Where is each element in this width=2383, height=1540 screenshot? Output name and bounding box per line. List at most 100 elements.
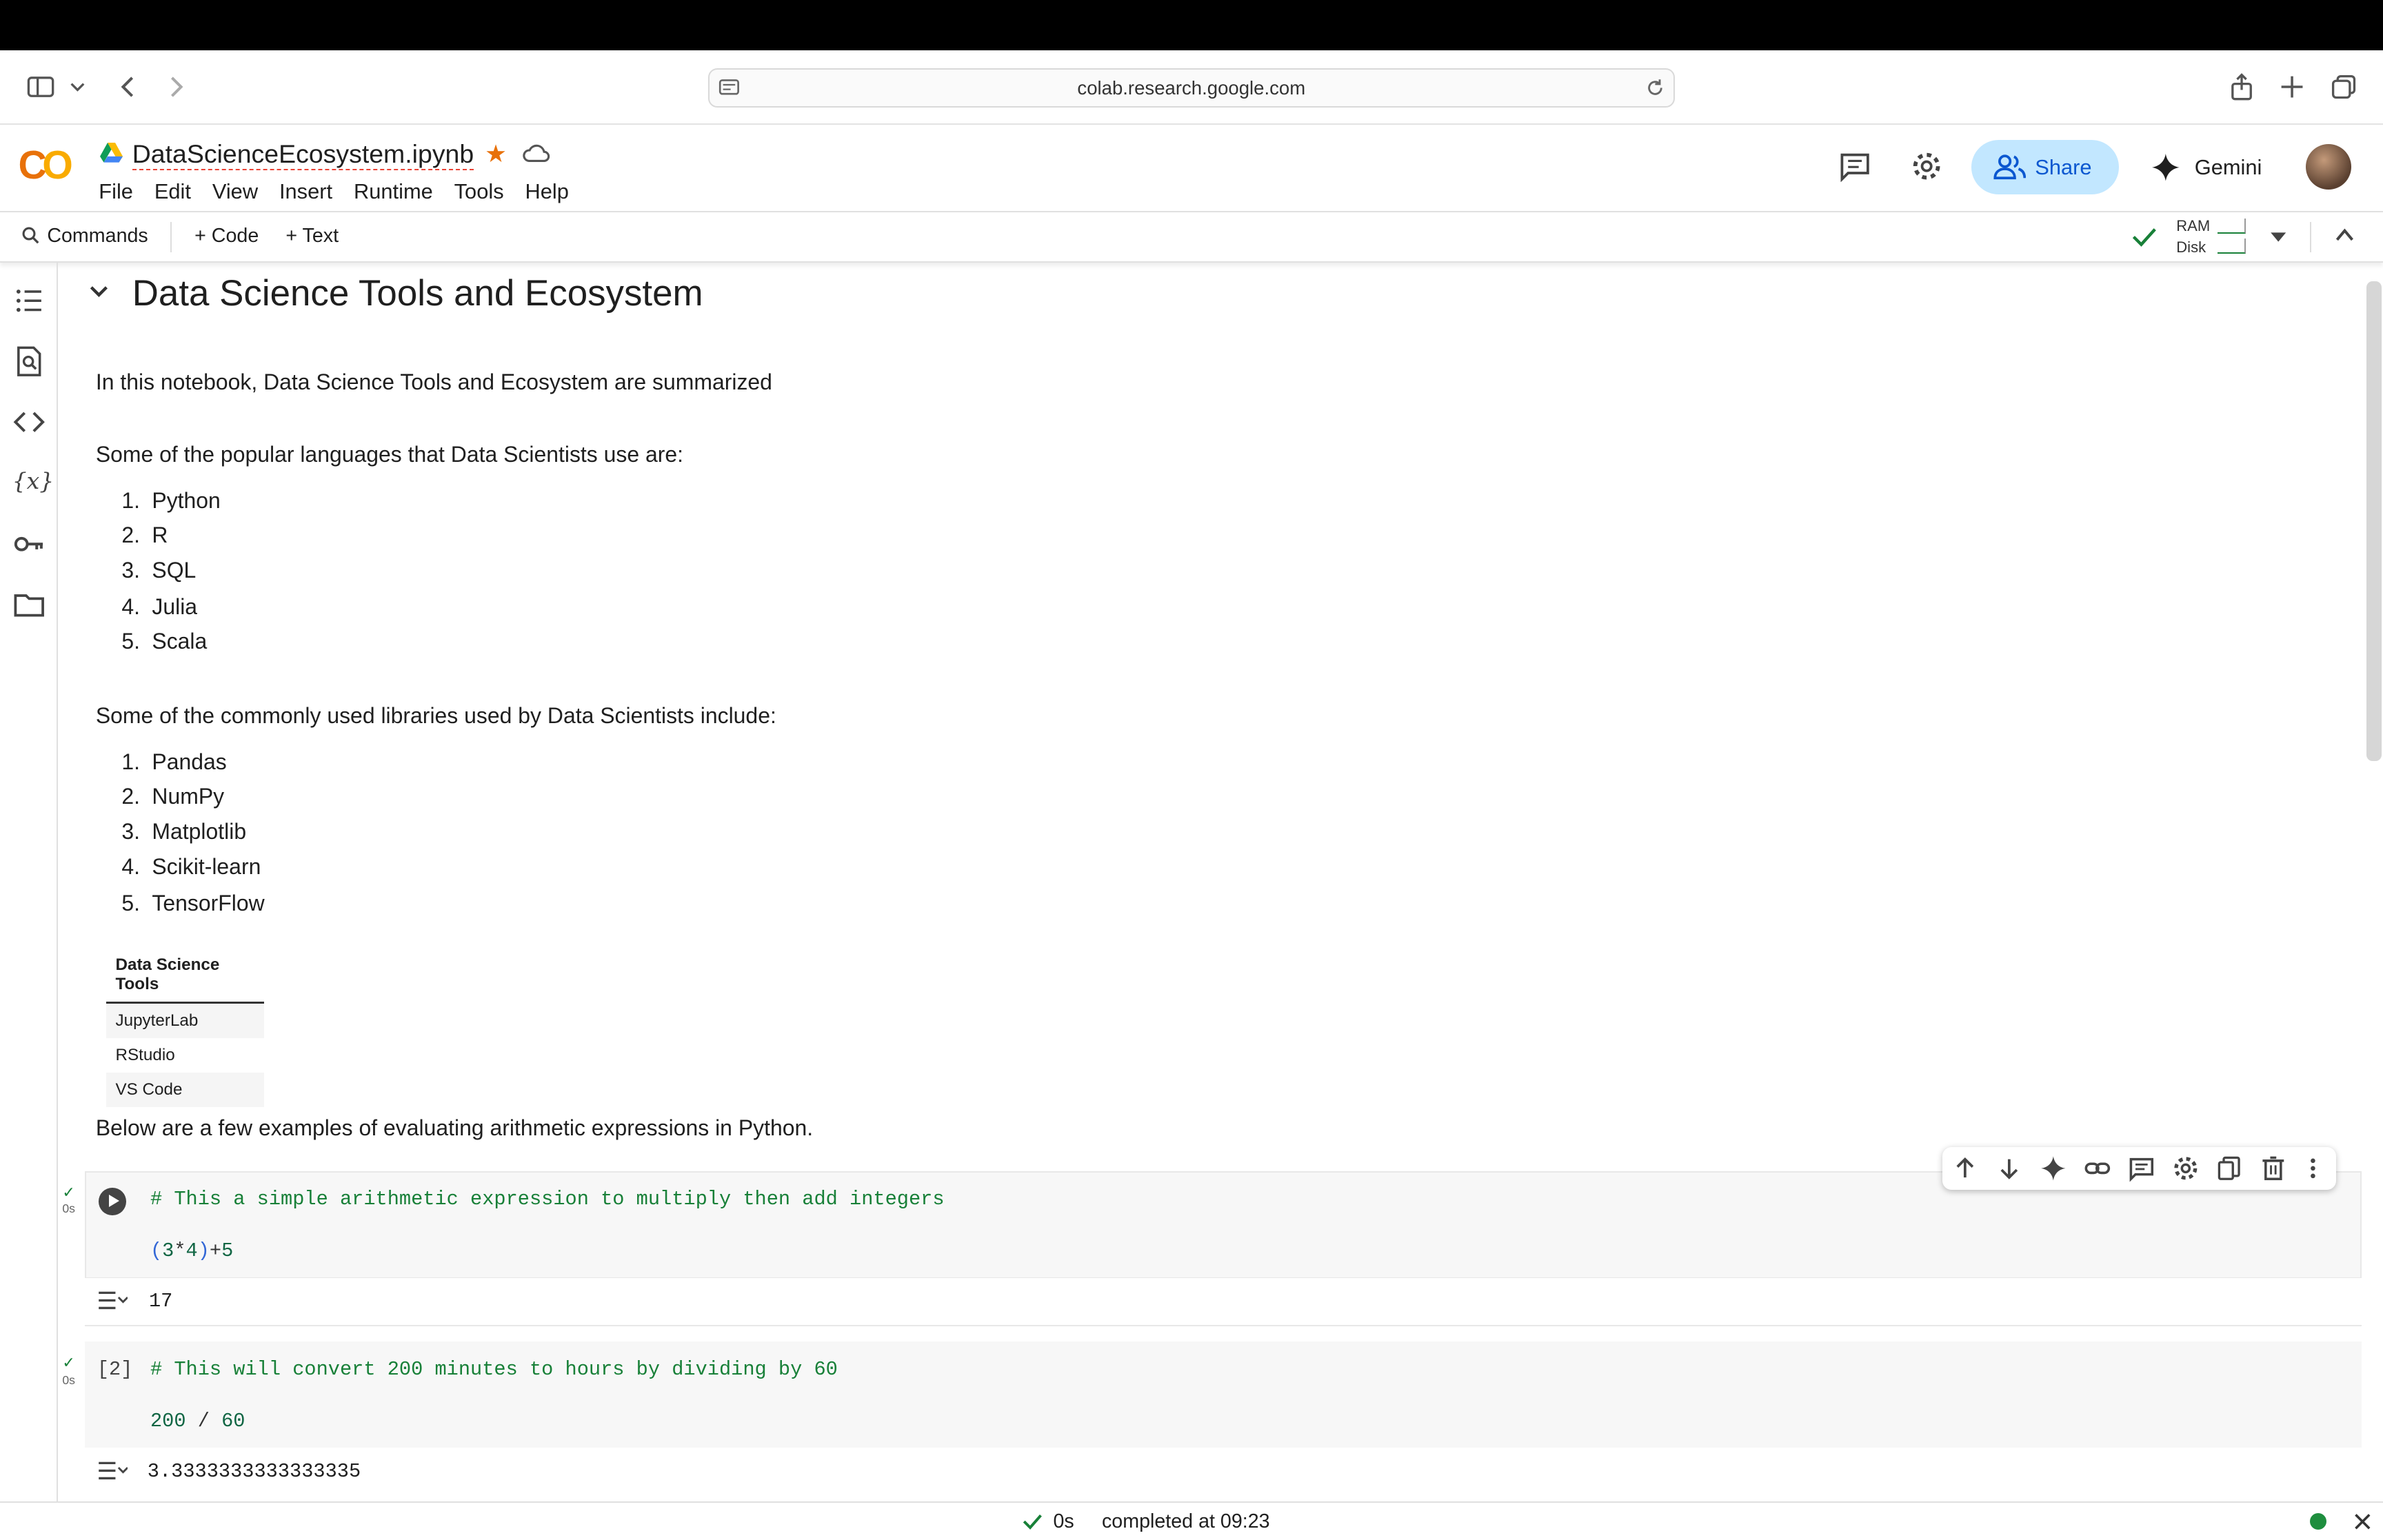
code-comment: # This a simple arithmetic expression to…: [150, 1188, 945, 1211]
exec-time: 0s: [62, 1373, 75, 1388]
menu-tools[interactable]: Tools: [454, 179, 504, 203]
output-text: 3.3333333333333335: [147, 1460, 361, 1483]
menu-insert[interactable]: Insert: [279, 179, 332, 203]
add-text-button[interactable]: + Text: [285, 225, 339, 247]
people-icon: [1993, 154, 2026, 179]
disk-label: Disk: [2176, 238, 2206, 256]
share-button[interactable]: Share: [1971, 139, 2119, 195]
forward-arrow-icon[interactable]: [161, 72, 192, 102]
output-actions-icon[interactable]: [97, 1290, 128, 1311]
toolbar-divider-2: [2310, 221, 2312, 252]
code-line: 200 / 60: [150, 1410, 245, 1433]
address-bar[interactable]: colab.research.google.com: [708, 68, 1675, 108]
files-folder-icon[interactable]: [12, 588, 46, 621]
arithmetic-intro: Below are a few examples of evaluating a…: [95, 1115, 814, 1140]
cell-toolbar: [1942, 1147, 2336, 1190]
back-arrow-icon[interactable]: [112, 72, 143, 102]
variables-icon[interactable]: {x}: [12, 465, 54, 498]
section-collapse-icon[interactable]: [88, 281, 110, 303]
execution-count[interactable]: [2]: [97, 1358, 133, 1381]
mirror-cell-icon[interactable]: [2216, 1155, 2244, 1182]
close-icon[interactable]: [2353, 1512, 2373, 1532]
list-item: 1. Pandas: [121, 749, 227, 774]
code-cell[interactable]: [2] # This will convert 200 minutes to h…: [85, 1341, 2362, 1501]
toolbar-divider: [170, 221, 172, 252]
executed-check-icon: ✓: [62, 1353, 75, 1371]
list-item: 5. TensorFlow: [121, 890, 265, 915]
list-item: 2. NumPy: [121, 784, 225, 809]
star-icon[interactable]: ★: [485, 140, 507, 168]
executed-check-icon: ✓: [62, 1183, 75, 1201]
cloud-saved-icon[interactable]: [521, 143, 550, 164]
commands-button[interactable]: Commands: [47, 225, 148, 247]
connected-check-icon: [2132, 228, 2157, 247]
search-icon: [22, 227, 39, 244]
resource-meter[interactable]: RAM Disk: [2176, 216, 2210, 259]
left-sidebar: {x}: [0, 263, 58, 1501]
share-page-icon[interactable]: [2226, 72, 2257, 102]
browser-toolbar: colab.research.google.com: [0, 50, 2383, 125]
menu-view[interactable]: View: [212, 179, 258, 203]
run-cell-button[interactable]: [99, 1188, 126, 1216]
code-editor[interactable]: [2] # This will convert 200 minutes to h…: [85, 1341, 2362, 1450]
gemini-sparkle-icon[interactable]: [2040, 1155, 2067, 1182]
colab-logo[interactable]: CO: [18, 143, 72, 188]
menu-help[interactable]: Help: [525, 179, 569, 203]
user-avatar[interactable]: [2305, 144, 2351, 190]
list-item: 3. Matplotlib: [121, 818, 247, 844]
list-item: 3. SQL: [121, 557, 197, 582]
url-text: colab.research.google.com: [1077, 77, 1306, 99]
more-options-icon[interactable]: [2302, 1155, 2324, 1182]
notebook-title[interactable]: DataScienceEcosystem.ipynb: [132, 139, 474, 170]
chevron-up-icon[interactable]: [2334, 226, 2355, 244]
status-time: 0s: [1053, 1510, 1074, 1532]
gemini-button[interactable]: Gemini: [2152, 140, 2289, 194]
ram-label: RAM: [2176, 216, 2211, 234]
output-text: 17: [148, 1290, 173, 1313]
new-tab-icon[interactable]: [2277, 72, 2307, 102]
comments-icon[interactable]: [1839, 150, 1871, 183]
code-line: (3*4)+5: [150, 1239, 234, 1263]
notebook-heading: Data Science Tools and Ecosystem: [132, 272, 703, 314]
disk-usage-bar: [2217, 239, 2246, 254]
list-item: 4. Julia: [121, 594, 198, 619]
add-code-button[interactable]: + Code: [194, 225, 259, 247]
comment-icon[interactable]: [2128, 1155, 2155, 1182]
colab-header: CO DataScienceEcosystem.ipynb ★ File Edit…: [0, 125, 2383, 213]
reload-icon[interactable]: [1645, 77, 1666, 99]
main-menu: File Edit View Insert Runtime Tools Help: [99, 179, 590, 204]
intro-text: In this notebook, Data Science Tools and…: [95, 369, 772, 394]
ram-usage-bar: [2217, 219, 2246, 234]
libraries-intro: Some of the commonly used libraries used…: [95, 703, 776, 729]
menu-file[interactable]: File: [99, 179, 133, 203]
status-message[interactable]: completed at 09:23: [1102, 1510, 1270, 1533]
table-of-contents-icon[interactable]: [12, 284, 46, 317]
google-drive-icon: [100, 143, 123, 163]
move-up-icon[interactable]: [1951, 1155, 1979, 1182]
status-check-icon: [1023, 1514, 1043, 1530]
output-actions-icon[interactable]: [97, 1460, 128, 1481]
vertical-scrollbar[interactable]: [2366, 281, 2382, 762]
menu-runtime[interactable]: Runtime: [354, 179, 433, 203]
settings-gear-icon[interactable]: [1911, 150, 1942, 182]
chevron-down-icon[interactable]: [67, 72, 88, 102]
languages-intro: Some of the popular languages that Data …: [95, 442, 684, 467]
code-cell[interactable]: # This a simple arithmetic expression to…: [85, 1171, 2362, 1326]
delete-trash-icon[interactable]: [2260, 1155, 2287, 1182]
list-item: 5. Scala: [121, 629, 208, 654]
notebook-content: Data Science Tools and Ecosystem In this…: [58, 263, 2368, 1501]
tab-overview-icon[interactable]: [2329, 72, 2359, 102]
link-icon[interactable]: [2084, 1155, 2111, 1182]
system-top-bar: [0, 0, 2383, 50]
cell-output: 17: [85, 1277, 2362, 1326]
code-snippets-icon[interactable]: [12, 405, 46, 438]
code-comment: # This will convert 200 minutes to hours…: [150, 1358, 838, 1381]
cell-settings-gear-icon[interactable]: [2172, 1155, 2200, 1182]
runtime-dropdown-icon[interactable]: [2269, 230, 2287, 245]
menu-edit[interactable]: Edit: [154, 179, 191, 203]
secrets-key-icon[interactable]: [12, 527, 46, 560]
sidebar-toggle-icon[interactable]: [26, 72, 56, 102]
cell-output: 3.3333333333333335: [85, 1448, 2362, 1495]
find-replace-icon[interactable]: [12, 345, 46, 378]
move-down-icon[interactable]: [1995, 1155, 2023, 1182]
